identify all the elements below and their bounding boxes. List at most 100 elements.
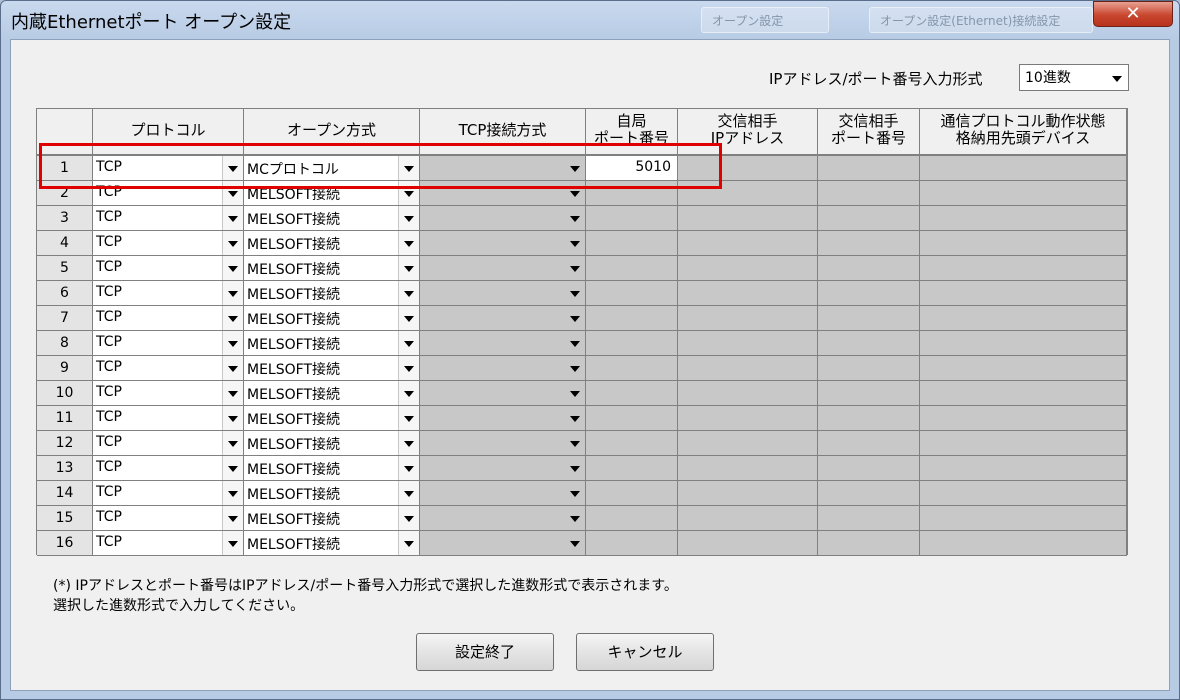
local-port-field[interactable]: 5010 (586, 156, 678, 181)
tcp-method-combo[interactable] (420, 181, 586, 206)
dropdown-arrow-button[interactable] (565, 281, 585, 305)
dropdown-arrow-button[interactable] (222, 531, 243, 555)
tcp-method-combo[interactable] (420, 431, 586, 456)
dropdown-arrow-button[interactable] (398, 181, 419, 205)
dropdown-arrow-button[interactable] (222, 331, 243, 355)
dropdown-arrow-button[interactable] (222, 481, 243, 505)
protocol-combo[interactable]: TCP (93, 406, 244, 431)
dropdown-arrow-button[interactable] (398, 381, 419, 405)
tcp-method-combo[interactable] (420, 481, 586, 506)
open-method-combo[interactable]: MELSOFT接続 (244, 231, 420, 256)
dropdown-arrow-button[interactable] (398, 256, 419, 280)
dropdown-arrow-button[interactable] (222, 256, 243, 280)
protocol-combo[interactable]: TCP (93, 156, 244, 181)
tcp-method-combo[interactable] (420, 381, 586, 406)
tcp-method-combo[interactable] (420, 306, 586, 331)
dropdown-arrow-button[interactable] (1107, 66, 1127, 89)
dropdown-arrow-button[interactable] (222, 506, 243, 530)
protocol-combo[interactable]: TCP (93, 381, 244, 406)
dropdown-arrow-button[interactable] (398, 156, 419, 180)
protocol-combo[interactable]: TCP (93, 231, 244, 256)
dropdown-arrow-button[interactable] (398, 206, 419, 230)
open-method-combo[interactable]: MELSOFT接続 (244, 406, 420, 431)
tcp-method-combo[interactable] (420, 281, 586, 306)
protocol-combo[interactable]: TCP (93, 531, 244, 556)
dropdown-arrow-button[interactable] (222, 306, 243, 330)
protocol-combo[interactable]: TCP (93, 256, 244, 281)
dropdown-arrow-button[interactable] (398, 331, 419, 355)
open-method-combo[interactable]: MELSOFT接続 (244, 456, 420, 481)
open-method-combo[interactable]: MELSOFT接続 (244, 206, 420, 231)
protocol-combo[interactable]: TCP (93, 206, 244, 231)
open-method-combo[interactable]: MCプロトコル (244, 156, 420, 181)
dropdown-arrow-button[interactable] (565, 206, 585, 230)
dropdown-arrow-button[interactable] (398, 231, 419, 255)
tcp-method-combo[interactable] (420, 231, 586, 256)
protocol-combo[interactable]: TCP (93, 506, 244, 531)
protocol-combo[interactable]: TCP (93, 456, 244, 481)
dropdown-arrow-button[interactable] (565, 431, 585, 455)
dropdown-arrow-button[interactable] (398, 431, 419, 455)
dropdown-arrow-button[interactable] (398, 456, 419, 480)
dropdown-arrow-button[interactable] (565, 356, 585, 380)
dropdown-arrow-button[interactable] (565, 331, 585, 355)
tcp-method-combo[interactable] (420, 406, 586, 431)
tcp-method-combo[interactable] (420, 356, 586, 381)
dropdown-arrow-button[interactable] (222, 456, 243, 480)
protocol-combo[interactable]: TCP (93, 306, 244, 331)
protocol-combo[interactable]: TCP (93, 281, 244, 306)
open-method-combo[interactable]: MELSOFT接続 (244, 431, 420, 456)
open-method-combo[interactable]: MELSOFT接続 (244, 381, 420, 406)
dropdown-arrow-button[interactable] (398, 306, 419, 330)
dropdown-arrow-button[interactable] (565, 156, 585, 180)
dropdown-arrow-button[interactable] (222, 231, 243, 255)
dropdown-arrow-button[interactable] (222, 381, 243, 405)
ip-format-select[interactable]: 10進数 (1019, 64, 1129, 91)
dropdown-arrow-button[interactable] (398, 531, 419, 555)
dropdown-arrow-button[interactable] (565, 306, 585, 330)
dropdown-arrow-button[interactable] (565, 256, 585, 280)
dropdown-arrow-button[interactable] (222, 356, 243, 380)
dropdown-arrow-button[interactable] (565, 231, 585, 255)
dropdown-arrow-button[interactable] (398, 481, 419, 505)
dropdown-arrow-button[interactable] (565, 181, 585, 205)
dropdown-arrow-button[interactable] (565, 381, 585, 405)
open-method-combo[interactable]: MELSOFT接続 (244, 181, 420, 206)
dropdown-arrow-button[interactable] (565, 406, 585, 430)
tcp-method-combo[interactable] (420, 256, 586, 281)
dropdown-arrow-button[interactable] (565, 506, 585, 530)
open-method-combo[interactable]: MELSOFT接続 (244, 281, 420, 306)
dropdown-arrow-button[interactable] (565, 456, 585, 480)
protocol-combo[interactable]: TCP (93, 431, 244, 456)
dropdown-arrow-button[interactable] (222, 281, 243, 305)
dropdown-arrow-button[interactable] (398, 506, 419, 530)
open-method-combo[interactable]: MELSOFT接続 (244, 531, 420, 556)
open-method-combo[interactable]: MELSOFT接続 (244, 506, 420, 531)
dropdown-arrow-button[interactable] (565, 481, 585, 505)
dropdown-arrow-button[interactable] (565, 531, 585, 555)
open-method-combo[interactable]: MELSOFT接続 (244, 331, 420, 356)
tcp-method-combo[interactable] (420, 456, 586, 481)
title-bar[interactable]: 内蔵Ethernetポート オープン設定 オープン設定 オープン設定(Ether… (1, 1, 1179, 39)
dropdown-arrow-button[interactable] (222, 406, 243, 430)
close-button[interactable]: ✕ (1093, 1, 1173, 27)
open-method-combo[interactable]: MELSOFT接続 (244, 306, 420, 331)
open-method-combo[interactable]: MELSOFT接続 (244, 256, 420, 281)
dropdown-arrow-button[interactable] (222, 206, 243, 230)
dropdown-arrow-button[interactable] (222, 156, 243, 180)
tcp-method-combo[interactable] (420, 531, 586, 556)
cancel-button[interactable]: キャンセル (576, 633, 714, 671)
dropdown-arrow-button[interactable] (222, 431, 243, 455)
dropdown-arrow-button[interactable] (398, 406, 419, 430)
tcp-method-combo[interactable] (420, 506, 586, 531)
dropdown-arrow-button[interactable] (398, 281, 419, 305)
tcp-method-combo[interactable] (420, 331, 586, 356)
protocol-combo[interactable]: TCP (93, 481, 244, 506)
dropdown-arrow-button[interactable] (222, 181, 243, 205)
tcp-method-combo[interactable] (420, 156, 586, 181)
protocol-combo[interactable]: TCP (93, 356, 244, 381)
dropdown-arrow-button[interactable] (398, 356, 419, 380)
ok-button[interactable]: 設定終了 (416, 633, 554, 671)
tcp-method-combo[interactable] (420, 206, 586, 231)
protocol-combo[interactable]: TCP (93, 181, 244, 206)
